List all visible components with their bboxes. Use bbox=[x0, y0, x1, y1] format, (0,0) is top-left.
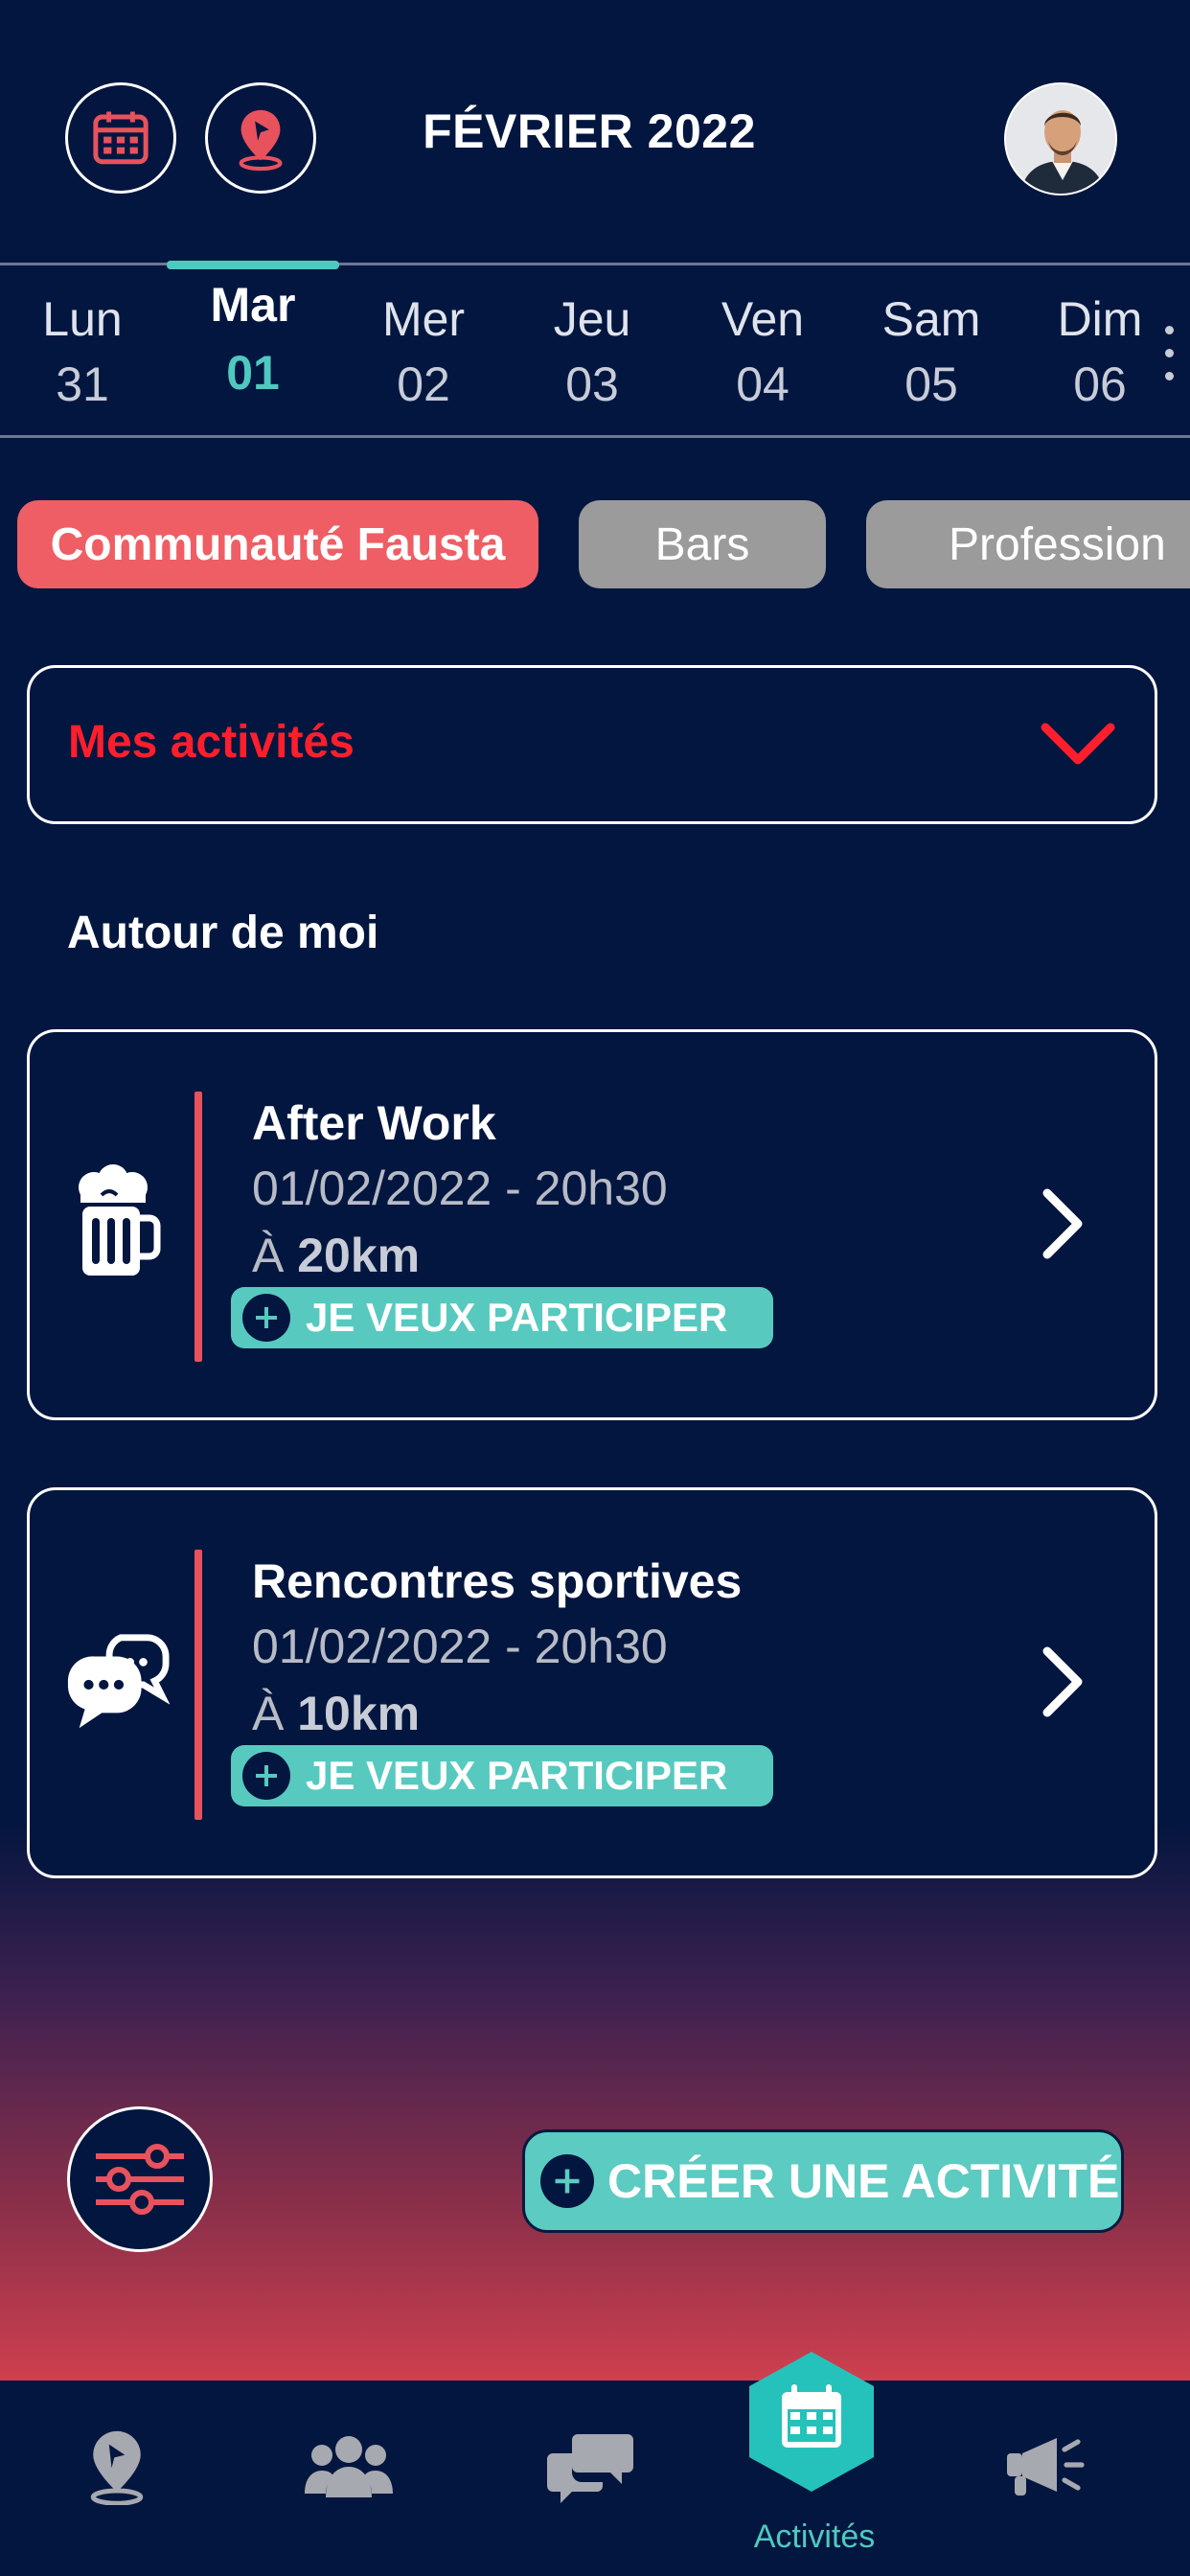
calendar-icon bbox=[93, 111, 149, 165]
day-name: Lun bbox=[42, 292, 123, 346]
megaphone-icon bbox=[1007, 2438, 1085, 2496]
day-number: 31 bbox=[56, 357, 109, 411]
activity-distance: À 20km bbox=[252, 1229, 421, 1282]
location-button[interactable] bbox=[205, 82, 316, 194]
day-name: Sam bbox=[881, 292, 981, 346]
more-dots-icon[interactable] bbox=[1165, 326, 1175, 395]
map-pin-icon bbox=[90, 2430, 144, 2505]
day-dim[interactable]: Dim 06 bbox=[1014, 288, 1186, 418]
day-number: 01 bbox=[226, 346, 280, 400]
day-mer[interactable]: Mer 02 bbox=[337, 288, 510, 418]
day-ven[interactable]: Ven 04 bbox=[676, 288, 849, 418]
nav-activities[interactable] bbox=[745, 2350, 878, 2494]
day-number: 06 bbox=[1073, 357, 1127, 411]
calendar-icon bbox=[749, 2352, 874, 2492]
activity-card[interactable]: Rencontres sportives 01/02/2022 - 20h30 … bbox=[27, 1487, 1157, 1878]
category-chip-bars[interactable]: Bars bbox=[579, 500, 826, 588]
day-number: 03 bbox=[565, 357, 619, 411]
day-number: 05 bbox=[904, 357, 958, 411]
section-title: Autour de moi bbox=[67, 908, 379, 958]
nav-activities-label: Activités bbox=[753, 2518, 876, 2555]
chat-icon bbox=[547, 2434, 633, 2503]
join-label: JE VEUX PARTICIPER bbox=[306, 1753, 728, 1798]
chevron-right-icon[interactable] bbox=[1038, 1644, 1087, 1720]
activity-title: After Work bbox=[252, 1096, 496, 1150]
category-chip-profession[interactable]: Profession bbox=[866, 500, 1190, 588]
join-button[interactable]: JE VEUX PARTICIPER bbox=[231, 1287, 773, 1348]
activity-date: 01/02/2022 - 20h30 bbox=[252, 1162, 668, 1215]
beer-mug-icon bbox=[79, 1164, 161, 1276]
filter-button[interactable] bbox=[67, 2106, 213, 2252]
day-name: Jeu bbox=[553, 292, 631, 346]
day-number: 02 bbox=[397, 357, 450, 411]
activity-title: Rencontres sportives bbox=[252, 1554, 743, 1608]
day-name: Mer bbox=[381, 292, 466, 346]
category-chip-label: Profession bbox=[949, 518, 1166, 570]
day-name: Mar bbox=[210, 278, 296, 332]
my-activities-dropdown[interactable]: Mes activités bbox=[27, 665, 1157, 824]
activity-card[interactable]: After Work 01/02/2022 - 20h30 À 20km JE … bbox=[27, 1029, 1157, 1420]
day-name: Ven bbox=[721, 292, 805, 346]
map-pin-icon bbox=[239, 109, 283, 172]
category-chip-communaute[interactable]: Communauté Fausta bbox=[17, 500, 538, 588]
day-mar[interactable]: Mar 01 bbox=[167, 278, 339, 406]
card-accent-bar bbox=[195, 1092, 202, 1362]
join-label: JE VEUX PARTICIPER bbox=[306, 1295, 728, 1340]
selected-day-indicator bbox=[167, 261, 339, 269]
chat-bubbles-icon bbox=[67, 1634, 170, 1729]
plus-icon bbox=[540, 2154, 594, 2208]
day-sam[interactable]: Sam 05 bbox=[845, 288, 1018, 418]
plus-icon bbox=[242, 1294, 290, 1342]
create-activity-button[interactable]: CRÉER UNE ACTIVITÉ bbox=[522, 2129, 1124, 2233]
page-title: FÉVRIER 2022 bbox=[423, 104, 756, 158]
day-jeu[interactable]: Jeu 03 bbox=[506, 288, 678, 418]
chevron-right-icon[interactable] bbox=[1038, 1185, 1087, 1262]
day-name: Dim bbox=[1057, 292, 1143, 346]
activity-distance: À 10km bbox=[252, 1687, 421, 1740]
plus-icon bbox=[242, 1752, 290, 1800]
nav-community[interactable] bbox=[282, 2419, 416, 2515]
activity-date: 01/02/2022 - 20h30 bbox=[252, 1620, 668, 1673]
calendar-button[interactable] bbox=[65, 82, 176, 194]
bottom-nav: Activités bbox=[0, 2352, 1190, 2576]
sliders-icon bbox=[96, 2144, 184, 2215]
day-number: 04 bbox=[736, 357, 790, 411]
card-accent-bar bbox=[195, 1550, 202, 1820]
users-icon bbox=[305, 2436, 393, 2497]
dropdown-label: Mes activités bbox=[68, 717, 355, 768]
day-lun[interactable]: Lun 31 bbox=[0, 288, 169, 418]
user-avatar-image bbox=[1006, 84, 1115, 194]
nav-messages[interactable] bbox=[523, 2419, 657, 2515]
join-button[interactable]: JE VEUX PARTICIPER bbox=[231, 1745, 773, 1806]
nav-announcements[interactable] bbox=[977, 2419, 1111, 2515]
nav-map[interactable] bbox=[50, 2419, 184, 2515]
strip-bottom-divider bbox=[0, 435, 1190, 438]
create-label: CRÉER UNE ACTIVITÉ bbox=[607, 2154, 1120, 2208]
chevron-down-icon bbox=[1041, 723, 1115, 765]
avatar[interactable] bbox=[1004, 82, 1117, 196]
